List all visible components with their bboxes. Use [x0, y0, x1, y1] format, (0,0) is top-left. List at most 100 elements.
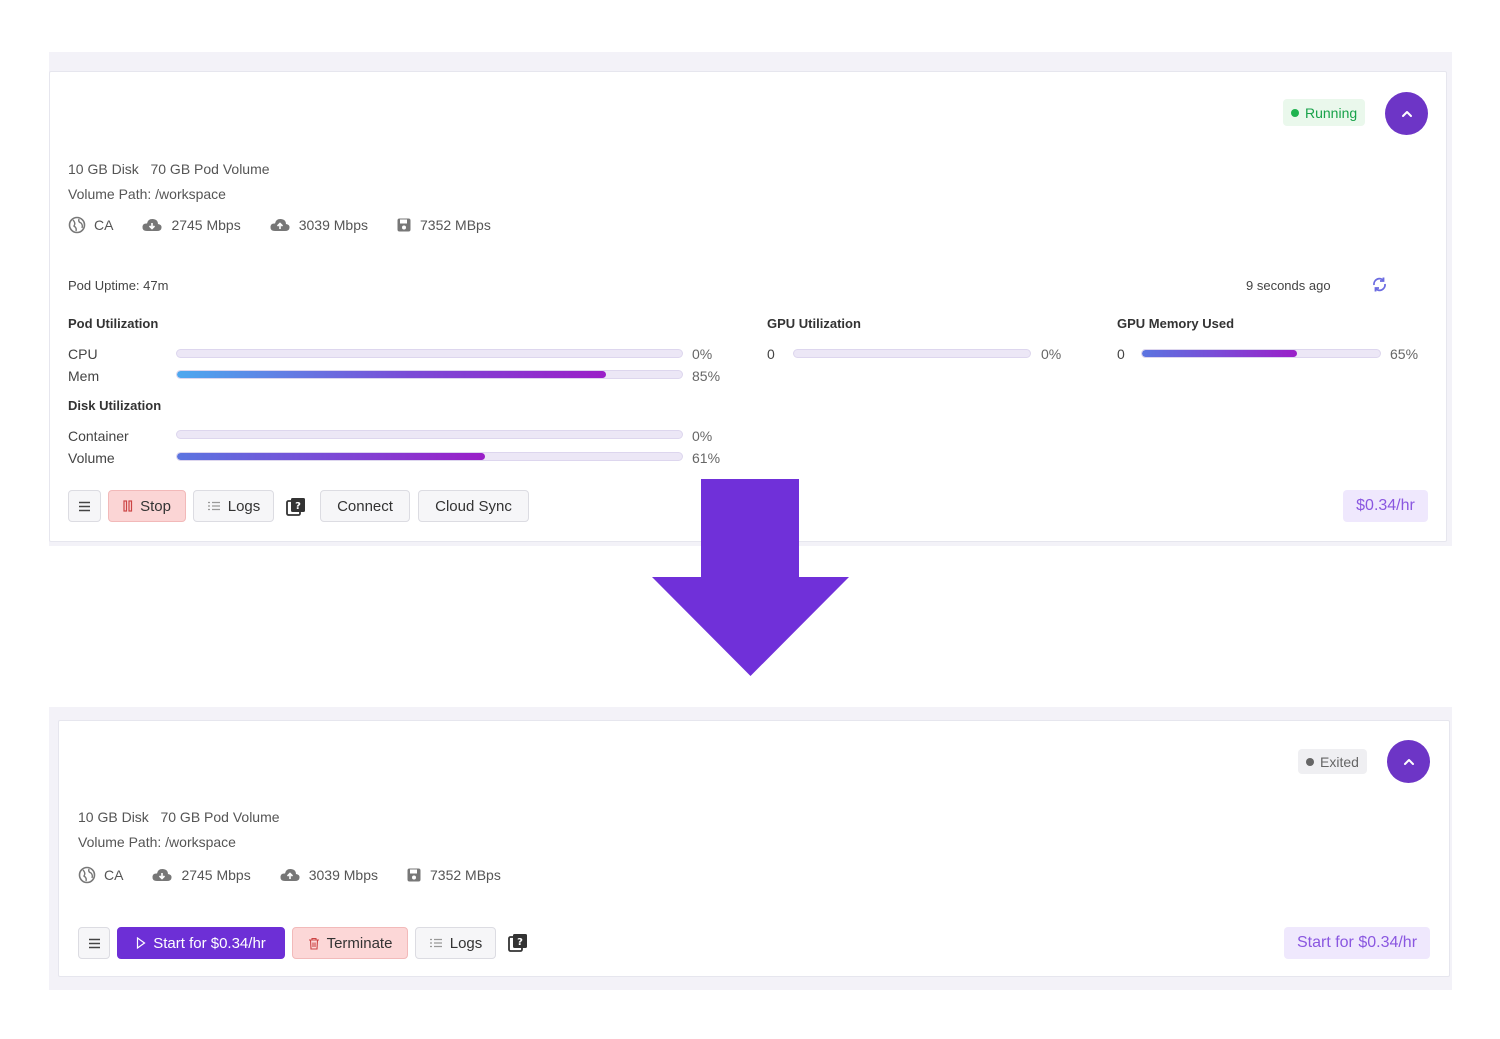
pod-card-exited: Exited 10 GB Disk 70 GB Pod Volume Volum…	[58, 720, 1450, 977]
mem-label: Mem	[68, 368, 100, 384]
gpu-memory-percent: 65%	[1390, 346, 1419, 362]
svg-text:?: ?	[517, 937, 523, 948]
cloud-sync-label: Cloud Sync	[435, 497, 512, 515]
gpu-memory-count: 0	[1117, 346, 1125, 362]
gpu-count: 0	[767, 346, 775, 362]
gpu-memory-bar-fill	[1142, 350, 1297, 357]
last-updated: 9 seconds ago	[1246, 278, 1331, 293]
cloud-upload-icon	[270, 218, 290, 231]
region-stat: CA	[68, 216, 113, 234]
gpu-utilization-bar	[793, 349, 1031, 358]
container-bar	[176, 430, 683, 439]
menu-button[interactable]	[78, 927, 110, 959]
network-stats: CA 2745 Mbps 3039 Mbps 7352 MBps	[78, 866, 529, 884]
download-stat: 2745 Mbps	[151, 867, 251, 883]
disk-info: 10 GB Disk 70 GB Pod Volume	[78, 809, 280, 825]
gpu-memory-title: GPU Memory Used	[1117, 316, 1235, 331]
hourly-price[interactable]: $0.34/hr	[1343, 490, 1428, 522]
network-stats: CA 2745 Mbps 3039 Mbps 7352 MBps	[68, 216, 519, 234]
upload-stat: 3039 Mbps	[279, 867, 378, 883]
container-percent: 0%	[692, 428, 713, 444]
region-stat: CA	[78, 866, 123, 884]
disk-speed-stat: 7352 MBps	[396, 217, 491, 233]
mem-bar-fill	[177, 371, 607, 378]
disk-icon	[397, 218, 411, 232]
container-label: Container	[68, 428, 129, 444]
help-book-icon[interactable]: ?	[508, 933, 528, 952]
cloud-download-icon	[152, 868, 173, 881]
status-text: Exited	[1320, 753, 1359, 770]
list-icon	[207, 501, 220, 511]
volume-path: Volume Path: /workspace	[78, 834, 236, 850]
connect-button[interactable]: Connect	[320, 490, 410, 522]
mem-percent: 85%	[692, 368, 721, 384]
cpu-percent: 0%	[692, 346, 713, 362]
disk-utilization-title: Disk Utilization	[68, 398, 162, 413]
disk-info: 10 GB Disk 70 GB Pod Volume	[68, 161, 270, 177]
download-stat: 2745 Mbps	[141, 217, 241, 233]
status-text: Running	[1305, 104, 1358, 121]
volume-bar	[176, 452, 683, 461]
gpu-memory-bar	[1141, 349, 1381, 358]
menu-icon	[88, 938, 100, 948]
volume-bar-fill	[177, 453, 486, 460]
pod-card-running: Running 10 GB Disk 70 GB Pod Volume Volu…	[49, 71, 1447, 542]
pause-icon	[123, 500, 133, 512]
gpu-utilization-title: GPU Utilization	[767, 316, 861, 331]
start-price-link[interactable]: Start for $0.34/hr	[1284, 927, 1430, 959]
menu-icon	[79, 501, 90, 511]
download-text: 2745 Mbps	[181, 867, 251, 883]
volume-percent: 61%	[692, 450, 721, 466]
region-text: CA	[104, 867, 124, 883]
status-badge: Exited	[1298, 749, 1367, 774]
transition-arrow-icon	[652, 479, 849, 676]
cpu-label: CPU	[68, 346, 98, 362]
logs-label: Logs	[227, 497, 261, 515]
refresh-icon[interactable]	[1371, 276, 1388, 293]
logs-button[interactable]: Logs	[193, 490, 274, 522]
terminate-button[interactable]: Terminate	[292, 927, 408, 959]
logs-label: Logs	[449, 934, 483, 952]
trash-icon	[308, 937, 319, 950]
volume-path: Volume Path: /workspace	[68, 186, 226, 202]
play-icon	[137, 937, 146, 949]
stop-label: Stop	[140, 497, 171, 515]
collapse-button[interactable]	[1385, 92, 1428, 135]
collapse-button[interactable]	[1387, 740, 1430, 783]
chevron-up-icon	[1401, 110, 1412, 117]
connect-label: Connect	[337, 497, 393, 515]
mem-bar	[176, 370, 683, 379]
gpu-utilization-percent: 0%	[1041, 346, 1062, 362]
start-label: Start for $0.34/hr	[153, 934, 266, 952]
download-text: 2745 Mbps	[171, 217, 241, 233]
upload-stat: 3039 Mbps	[269, 217, 368, 233]
disk-icon	[407, 868, 421, 882]
status-badge: Running	[1283, 99, 1366, 126]
start-button[interactable]: Start for $0.34/hr	[117, 927, 285, 959]
volume-label: Volume	[68, 450, 115, 466]
help-book-icon[interactable]: ?	[286, 497, 306, 516]
cloud-sync-button[interactable]: Cloud Sync	[418, 490, 529, 522]
pod-utilization-title: Pod Utilization	[68, 316, 159, 331]
disk-speed-text: 7352 MBps	[420, 217, 491, 233]
stop-button[interactable]: Stop	[108, 490, 186, 522]
logs-button[interactable]: Logs	[415, 927, 496, 959]
cloud-download-icon	[142, 218, 163, 231]
globe-icon	[68, 216, 86, 234]
cpu-bar	[176, 349, 683, 358]
svg-text:?: ?	[295, 501, 301, 512]
disk-speed-stat: 7352 MBps	[406, 867, 501, 883]
terminate-label: Terminate	[326, 934, 393, 952]
list-icon	[429, 938, 442, 948]
disk-speed-text: 7352 MBps	[430, 867, 501, 883]
upload-text: 3039 Mbps	[298, 217, 369, 233]
upload-text: 3039 Mbps	[308, 867, 379, 883]
status-dot-icon	[1291, 108, 1299, 117]
globe-icon	[78, 866, 96, 884]
region-text: CA	[94, 217, 114, 233]
chevron-up-icon	[1403, 758, 1414, 765]
cloud-upload-icon	[280, 868, 300, 881]
pod-uptime: Pod Uptime: 47m	[68, 278, 169, 293]
menu-button[interactable]	[68, 490, 101, 522]
status-dot-icon	[1306, 757, 1314, 766]
